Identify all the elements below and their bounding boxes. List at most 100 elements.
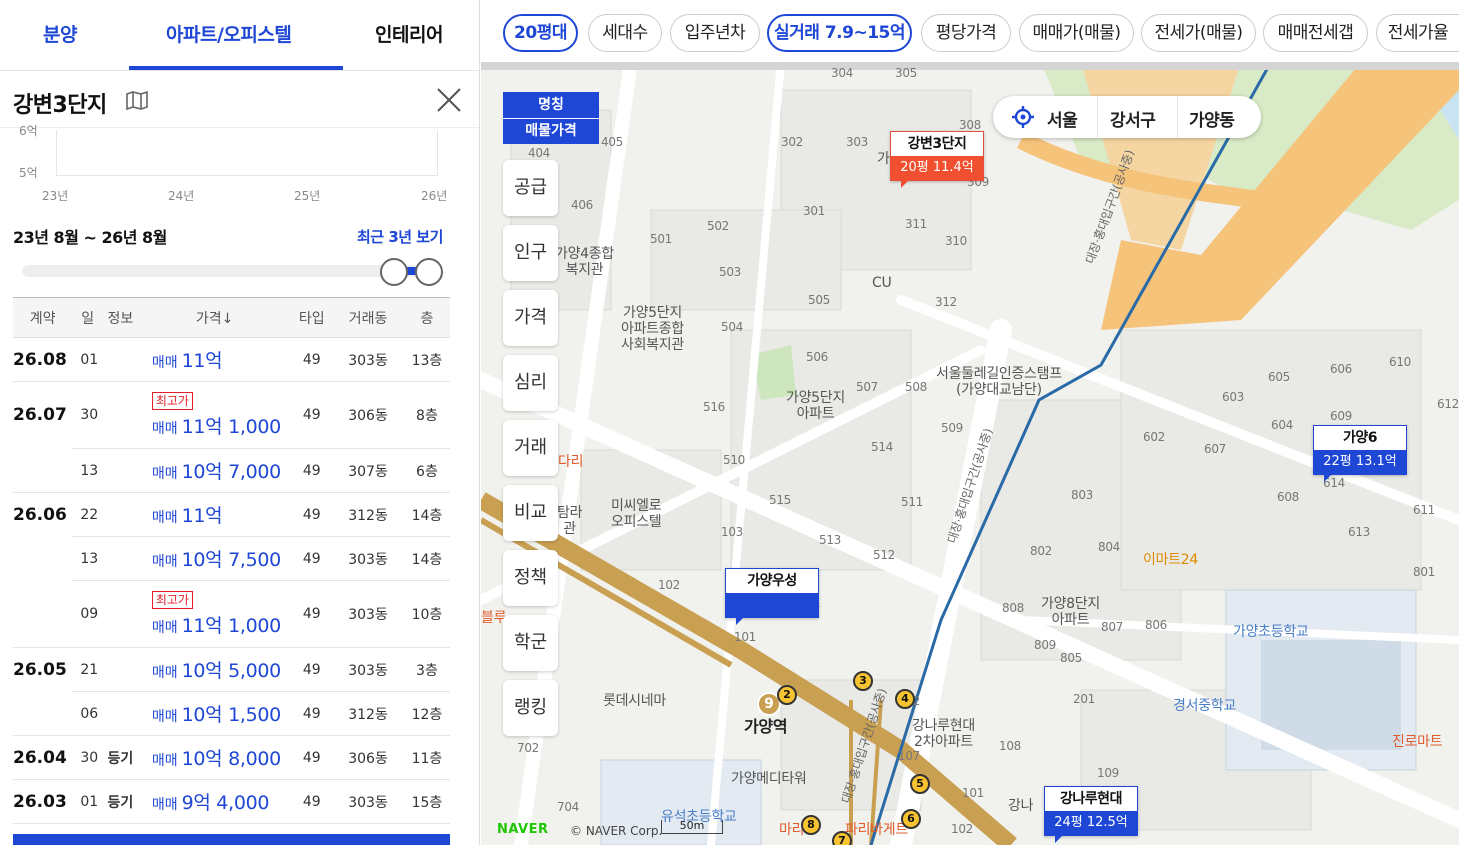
side-button-supply[interactable]: 공급 xyxy=(503,160,558,216)
registration-info xyxy=(103,492,138,537)
tab-apartment-officetel[interactable]: 아파트/오피스텔 xyxy=(166,20,292,47)
poi-apt5-welfare[interactable]: 가양5단지 아파트종합 사회복지관 xyxy=(621,305,684,353)
table-row[interactable]: 09 최고가 매매 11억 1,000 49 303동 10층 xyxy=(13,580,450,648)
table-row[interactable]: 26.04 30 등기 매매 10억 8,000 49 306동 11층 xyxy=(13,735,450,780)
floor: 8층 xyxy=(403,381,450,449)
poi-partial[interactable]: 강나 xyxy=(1008,798,1033,814)
area-type: 49 xyxy=(291,691,333,736)
naver-logo[interactable]: NAVER xyxy=(497,822,549,837)
contract-month: 26.07 xyxy=(13,405,67,426)
table-row[interactable]: 26.03 01 등기 매매 9억 4,000 49 303동 15층 xyxy=(13,779,450,824)
filter-chip-households[interactable]: 세대수 xyxy=(588,14,662,52)
poi-medi-tower[interactable]: 가양메디타워 xyxy=(731,771,807,787)
station-exit-icon[interactable]: 4 xyxy=(895,689,915,709)
station-exit-icon[interactable]: 2 xyxy=(777,685,797,705)
slider-end-handle[interactable] xyxy=(415,258,443,286)
side-button-price[interactable]: 가격 xyxy=(503,290,558,346)
table-row[interactable]: 26.05 21 매매 10억 5,000 49 303동 3층 xyxy=(13,647,450,692)
label-mode-price[interactable]: 매물가격 xyxy=(503,118,599,144)
poi-emart24[interactable]: 이마트24 xyxy=(1143,552,1198,568)
marker-pointer xyxy=(736,617,744,625)
station-exit-icon[interactable]: 8 xyxy=(801,815,821,835)
table-row[interactable]: 26.07 30 최고가 매매 11억 1,000 49 306동 8층 xyxy=(13,381,450,449)
poi-paris-baguette[interactable]: 파리바게트 xyxy=(845,822,908,838)
poi-jinro-mart[interactable]: 진로마트 xyxy=(1392,734,1443,750)
building-number: 511 xyxy=(901,495,924,509)
side-button-ranking[interactable]: 랭킹 xyxy=(503,680,558,736)
map-book-icon[interactable] xyxy=(126,91,148,110)
crosshair-icon[interactable] xyxy=(1011,105,1035,129)
period-slider[interactable] xyxy=(22,258,443,286)
location-dong[interactable]: 가양동 xyxy=(1189,106,1235,131)
copyright-text: © NAVER Corp. xyxy=(570,824,663,838)
table-row[interactable]: 26.06 22 매매 11억 49 312동 14층 xyxy=(13,492,450,537)
filter-chip-sale-price[interactable]: 매매가(매물) xyxy=(1019,14,1134,52)
complex-marker-gangnaru-hyundai[interactable]: 강나루현대 24평 12.5억 xyxy=(1044,786,1138,843)
side-button-population[interactable]: 인구 xyxy=(503,225,558,281)
transaction-table: 계약 일 정보 가격↓ 타입 거래동 층 26.08 01 매매 11억 49 303동 1… xyxy=(13,297,450,824)
side-button-school[interactable]: 학군 xyxy=(503,615,558,671)
filter-chip-price-per-pyeong[interactable]: 평당가격 xyxy=(921,14,1011,52)
location-city[interactable]: 서울 xyxy=(1047,106,1078,131)
col-price[interactable]: 가격↓ xyxy=(137,297,292,338)
side-button-transaction[interactable]: 거래 xyxy=(503,420,558,476)
building-dong: 303동 xyxy=(332,536,404,581)
tab-interior[interactable]: 인테리어 xyxy=(375,20,443,47)
filter-chip-age[interactable]: 입주년차 xyxy=(670,14,760,52)
filter-chip-jeonse-price[interactable]: 전세가(매물) xyxy=(1141,14,1256,52)
table-row[interactable]: 06 매매 10억 1,500 49 312동 12층 xyxy=(13,691,450,736)
label-mode-name[interactable]: 명칭 xyxy=(503,92,599,118)
complex-marker-gangbyeon3[interactable]: 강변3단지 20평 11.4억 xyxy=(890,131,984,188)
filter-chip-size[interactable]: 20평대 xyxy=(503,14,578,52)
poi-gayang-station[interactable]: 가양역 xyxy=(744,719,788,735)
complex-marker-gayang-woosung[interactable]: 가양우성 xyxy=(725,568,819,625)
poi-gangnaru-hyundai2[interactable]: 강나루현대 2차아파트 xyxy=(912,718,975,750)
marker-price: 24평 12.5억 xyxy=(1045,811,1137,835)
label-mode-toggle[interactable]: 명칭 매물가격 xyxy=(503,92,599,148)
complex-marker-gayang6[interactable]: 가양6 22평 13.1억 xyxy=(1313,425,1407,482)
filter-chip-real-deal[interactable]: 실거래 7.9~15억 xyxy=(767,14,912,52)
building-number: 310 xyxy=(945,234,968,248)
table-row[interactable]: 13 매매 10억 7,000 49 307동 6층 xyxy=(13,448,450,493)
deal-type: 매매 xyxy=(151,709,178,725)
poi-cu[interactable]: CU xyxy=(872,275,892,291)
station-exit-icon[interactable]: 7 xyxy=(832,831,852,845)
poi-stamp-spot[interactable]: 서울둘레길인증스탬프 (가양대교남단) xyxy=(936,366,1062,398)
poi-partial[interactable]: 가 xyxy=(877,151,890,167)
building-number: 108 xyxy=(999,739,1022,753)
filter-scrollbar[interactable] xyxy=(481,62,1459,70)
poi-gyeongseo-middle[interactable]: 경서중학교 xyxy=(1173,698,1236,714)
filter-chip-jeonse-ratio[interactable]: 전세가율 xyxy=(1376,14,1459,52)
poi-mishell[interactable]: 미씨엘로 오피스텔 xyxy=(611,498,662,530)
building-number: 305 xyxy=(895,66,918,80)
deal-price: 11억 1,000 xyxy=(181,415,282,438)
tab-presale[interactable]: 분양 xyxy=(43,20,77,47)
station-exit-icon[interactable]: 6 xyxy=(901,809,921,829)
poi-dari[interactable]: 다리 xyxy=(558,454,583,470)
station-exit-icon[interactable]: 5 xyxy=(910,774,930,794)
recent-3y-link[interactable]: 최근 3년 보기 xyxy=(357,226,443,247)
close-icon[interactable] xyxy=(434,85,464,115)
slider-start-handle[interactable] xyxy=(380,258,408,286)
map-view[interactable]: 20평대 세대수 입주년차 실거래 7.9~15억 평당가격 매매가(매물) 전… xyxy=(481,0,1459,845)
building-number: 304 xyxy=(831,66,854,80)
station-exit-icon[interactable]: 3 xyxy=(853,671,873,691)
table-row[interactable]: 26.08 01 매매 11억 49 303동 13층 xyxy=(13,337,450,382)
side-button-sentiment[interactable]: 심리 xyxy=(503,355,558,411)
side-button-policy[interactable]: 정책 xyxy=(503,550,558,606)
location-district[interactable]: 강서구 xyxy=(1110,106,1156,131)
filter-chip-gap[interactable]: 매매전세갭 xyxy=(1263,14,1368,52)
area-type: 49 xyxy=(291,779,333,824)
poi-gayang-elementary[interactable]: 가양초등학교 xyxy=(1233,624,1309,640)
area-type: 49 xyxy=(291,448,333,493)
contract-day: 01 xyxy=(72,779,104,824)
building-number: 513 xyxy=(819,533,842,547)
poi-apt5[interactable]: 가양5단지 아파트 xyxy=(786,390,845,422)
bottom-action-bar[interactable] xyxy=(13,834,450,845)
side-button-compare[interactable]: 비교 xyxy=(503,485,558,541)
poi-lotte-cinema[interactable]: 롯데시네마 xyxy=(603,693,666,709)
poi-apt8[interactable]: 가양8단지 아파트 xyxy=(1041,596,1100,628)
table-row[interactable]: 13 매매 10억 7,500 49 303동 14층 xyxy=(13,536,450,581)
poi-tamra[interactable]: 탐라 관 xyxy=(557,505,582,537)
poi-welfare-center[interactable]: 가양4종합 복지관 xyxy=(555,246,614,278)
